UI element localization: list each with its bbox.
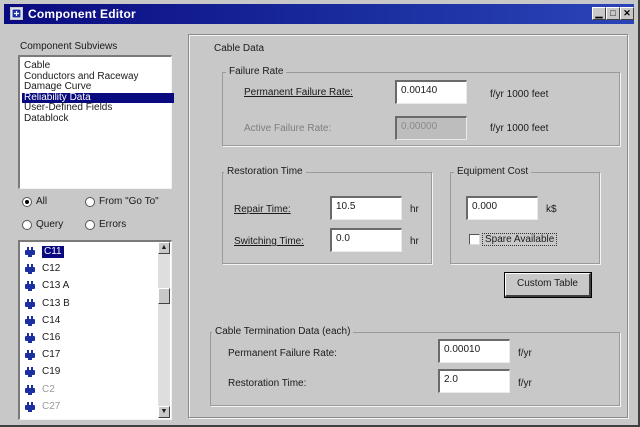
permanent-failure-rate-label: Permanent Failure Rate: xyxy=(244,87,353,98)
cable-icon xyxy=(24,401,36,413)
component-list-item[interactable]: C14 xyxy=(24,313,164,329)
radio-from-go-to-label: From "Go To" xyxy=(99,196,159,207)
radio-from-go-to[interactable] xyxy=(85,197,95,207)
component-list-item[interactable]: C27 xyxy=(24,399,164,415)
active-failure-rate-input[interactable]: 0.00000 xyxy=(395,116,467,140)
component-list[interactable]: ▲ ▼ C11 C12 C13 A C13 B C14 C16 C17 C19 C2 C27 xyxy=(18,240,172,420)
subview-item[interactable]: Conductors and Raceway xyxy=(22,71,139,82)
permanent-failure-rate-input[interactable]: 0.00140 xyxy=(395,80,467,104)
cable-icon xyxy=(24,280,36,292)
equipment-cost-input[interactable]: 0.000 xyxy=(466,196,538,220)
component-editor-window: Component Editor ▁ □ ✕ Component Subview… xyxy=(0,0,640,427)
component-name: C13 A xyxy=(42,280,70,292)
cable-icon xyxy=(24,263,36,275)
cable-icon xyxy=(24,298,36,310)
termination-failure-rate-label: Permanent Failure Rate: xyxy=(228,348,337,359)
app-icon xyxy=(10,7,23,20)
switching-time-input[interactable]: 0.0 xyxy=(330,228,402,252)
termination-restoration-time-unit: f/yr xyxy=(518,378,532,389)
component-list-item[interactable]: C16 xyxy=(24,330,164,346)
maximize-icon: □ xyxy=(610,8,616,18)
termination-restoration-time-input[interactable]: 2.0 xyxy=(438,369,510,393)
subview-item[interactable]: Reliability Data xyxy=(22,92,174,103)
radio-errors[interactable] xyxy=(85,220,95,230)
component-name: C2 xyxy=(42,383,55,395)
termination-restoration-time-label: Restoration Time: xyxy=(228,378,307,389)
subviews-label: Component Subviews xyxy=(20,41,118,52)
window-title: Component Editor xyxy=(28,7,136,21)
active-failure-rate-label: Active Failure Rate: xyxy=(244,123,332,134)
component-name: C14 xyxy=(42,314,61,326)
termination-failure-rate-unit: f/yr xyxy=(518,348,532,359)
repair-time-input[interactable]: 10.5 xyxy=(330,196,402,220)
cable-icon xyxy=(24,246,36,258)
custom-table-button[interactable]: Custom Table xyxy=(505,273,591,297)
subview-item[interactable]: Damage Curve xyxy=(22,82,91,92)
component-name: C12 xyxy=(42,263,61,275)
minimize-icon: ▁ xyxy=(595,8,603,18)
repair-time-unit: hr xyxy=(410,204,419,215)
subviews-list[interactable]: Cable Conductors and Raceway Damage Curve R… xyxy=(18,55,174,189)
radio-errors-label: Errors xyxy=(99,219,127,230)
component-list-item[interactable]: C13 A xyxy=(24,278,164,294)
termination-data-group xyxy=(210,332,620,406)
cable-icon xyxy=(24,366,36,378)
close-button[interactable]: ✕ xyxy=(620,7,634,20)
cable-icon xyxy=(24,332,36,344)
component-list-item[interactable]: C12 xyxy=(24,261,164,277)
repair-time-label: Repair Time: xyxy=(234,204,291,215)
component-name: C17 xyxy=(42,349,61,361)
failure-rate-title: Failure Rate xyxy=(226,66,287,77)
termination-failure-rate-input[interactable]: 0.00010 xyxy=(438,339,510,363)
minimize-button[interactable]: ▁ xyxy=(592,7,606,20)
permanent-failure-rate-unit: f/yr 1000 feet xyxy=(490,89,549,100)
switching-time-unit: hr xyxy=(410,236,419,247)
restoration-time-title: Restoration Time xyxy=(224,166,306,177)
cable-icon xyxy=(24,349,36,361)
component-list-item[interactable]: C19 xyxy=(24,364,164,380)
radio-query[interactable] xyxy=(22,220,32,230)
close-icon: ✕ xyxy=(623,8,631,18)
radio-query-label: Query xyxy=(36,219,64,230)
cable-icon xyxy=(24,315,36,327)
spare-available-label: Spare Available xyxy=(482,233,558,246)
component-list-item[interactable]: C13 B xyxy=(24,296,164,312)
cable-icon xyxy=(24,384,36,396)
switching-time-label: Switching Time: xyxy=(234,236,305,247)
component-list-item[interactable]: C11 xyxy=(24,244,164,260)
radio-all-label: All xyxy=(36,196,48,207)
cable-data-title: Cable Data xyxy=(214,43,265,54)
maximize-button[interactable]: □ xyxy=(606,7,620,20)
equipment-cost-title: Equipment Cost xyxy=(454,166,532,177)
subview-item[interactable]: User-Defined Fields xyxy=(22,103,112,113)
subview-item[interactable]: Cable xyxy=(22,61,50,71)
component-name: C19 xyxy=(42,366,61,378)
equipment-cost-unit: k$ xyxy=(546,204,557,215)
component-name: C13 B xyxy=(42,297,70,309)
component-list-item[interactable]: C2 xyxy=(24,382,164,398)
subview-item[interactable]: Datablock xyxy=(22,113,68,124)
component-list-item[interactable]: C17 xyxy=(24,347,164,363)
component-name: C16 xyxy=(42,332,61,343)
title-bar[interactable]: Component Editor ▁ □ ✕ xyxy=(4,4,634,24)
active-failure-rate-unit: f/yr 1000 feet xyxy=(490,123,549,134)
spare-available-checkbox[interactable] xyxy=(469,234,480,245)
component-name: C27 xyxy=(42,400,61,412)
termination-data-title: Cable Termination Data (each) xyxy=(212,326,354,337)
component-name: C11 xyxy=(42,246,64,258)
radio-all[interactable] xyxy=(22,197,32,207)
